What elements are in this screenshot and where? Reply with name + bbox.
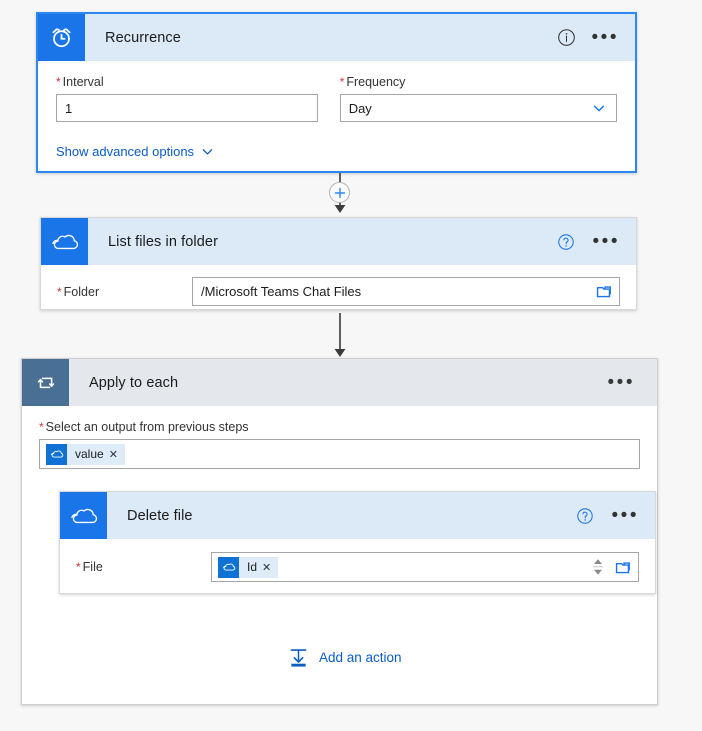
field-frequency-label: * Frequency: [339, 75, 406, 89]
frequency-value: Day: [348, 100, 372, 116]
more-options-icon[interactable]: •••: [593, 232, 620, 251]
select-output-input[interactable]: value ✕: [39, 439, 640, 469]
interval-input[interactable]: 1: [56, 94, 318, 122]
required-asterisk: *: [57, 284, 62, 299]
loop-foreach-icon: [22, 359, 69, 406]
card-recurrence-body: * Interval 1 * Frequency Day Show advanc…: [38, 61, 635, 161]
card-apply-to-each-header[interactable]: Apply to each •••: [22, 359, 657, 406]
card-apply-to-each[interactable]: Apply to each ••• * Select an output from…: [21, 358, 658, 705]
field-interval: * Interval 1: [56, 75, 318, 122]
folder-input[interactable]: /Microsoft Teams Chat Files: [192, 277, 620, 306]
insert-step-plus-icon[interactable]: [329, 182, 350, 203]
chevron-down-icon[interactable]: [592, 101, 606, 115]
required-asterisk: *: [56, 75, 61, 89]
more-options-icon[interactable]: •••: [608, 373, 635, 392]
field-interval-label: * Interval: [56, 75, 104, 89]
card-delete-file-header[interactable]: Delete file •••: [60, 492, 655, 539]
card-delete-file[interactable]: Delete file ••• * File Id ✕: [59, 491, 656, 594]
add-an-action-label: Add an action: [319, 650, 402, 665]
onedrive-cloud-icon: [218, 556, 239, 578]
required-asterisk: *: [76, 560, 81, 574]
token-label: Id: [247, 560, 258, 574]
card-recurrence[interactable]: Recurrence ••• * Interval 1 * Frequency …: [36, 12, 637, 173]
connector-list-to-loop: [330, 313, 350, 361]
token-label: value: [75, 447, 104, 461]
token-value[interactable]: value ✕: [46, 443, 125, 465]
show-advanced-options-link[interactable]: Show advanced options: [56, 144, 214, 159]
more-options-icon[interactable]: •••: [612, 506, 639, 525]
frequency-select[interactable]: Day: [339, 94, 617, 122]
flow-designer-canvas: Recurrence ••• * Interval 1 * Frequency …: [0, 0, 702, 731]
card-recurrence-title: Recurrence: [105, 29, 181, 46]
field-folder-label: * Folder: [57, 284, 100, 299]
card-list-files-header[interactable]: List files in folder •••: [41, 218, 636, 265]
help-icon[interactable]: [557, 233, 575, 251]
field-file-label: * File: [76, 560, 103, 574]
remove-token-icon[interactable]: ✕: [109, 448, 125, 461]
folder-value: /Microsoft Teams Chat Files: [201, 284, 362, 299]
card-list-files-in-folder[interactable]: List files in folder ••• * Folder /Micros…: [40, 217, 637, 310]
info-icon[interactable]: [557, 28, 576, 47]
card-delete-file-title: Delete file: [127, 507, 193, 524]
show-advanced-options-label: Show advanced options: [56, 144, 195, 159]
remove-token-icon[interactable]: ✕: [262, 561, 278, 574]
card-list-files-actions: •••: [557, 232, 636, 251]
more-options-icon[interactable]: •••: [592, 28, 619, 47]
required-asterisk: *: [39, 420, 44, 434]
card-delete-file-body: * File Id ✕: [60, 539, 655, 582]
card-list-files-title: List files in folder: [108, 233, 218, 250]
chevron-down-icon: [202, 149, 213, 155]
alarm-clock-icon: [38, 14, 85, 61]
card-apply-to-each-title: Apply to each: [89, 374, 179, 391]
file-input[interactable]: Id ✕: [211, 552, 639, 582]
card-apply-to-each-body: * Select an output from previous steps va…: [22, 406, 657, 594]
onedrive-cloud-icon: [41, 218, 88, 265]
field-frequency: * Frequency Day: [339, 75, 617, 122]
card-recurrence-actions: •••: [557, 28, 635, 47]
card-recurrence-header[interactable]: Recurrence •••: [38, 14, 635, 61]
folder-picker-icon[interactable]: [615, 560, 632, 575]
token-id[interactable]: Id ✕: [218, 556, 279, 578]
spinner-updown-icon[interactable]: [592, 557, 604, 577]
card-delete-file-actions: •••: [576, 506, 655, 525]
help-icon[interactable]: [576, 507, 594, 525]
card-apply-to-each-actions: •••: [608, 373, 657, 392]
required-asterisk: *: [339, 75, 345, 89]
arrow-down-icon: [334, 313, 346, 357]
onedrive-cloud-icon: [46, 443, 67, 465]
add-an-action-button[interactable]: Add an action: [288, 647, 402, 668]
add-action-icon: [288, 647, 309, 668]
folder-picker-icon[interactable]: [596, 284, 613, 299]
field-select-output-label: * Select an output from previous steps: [39, 420, 249, 434]
card-list-files-body: * Folder /Microsoft Teams Chat Files: [41, 265, 636, 306]
onedrive-cloud-icon: [60, 492, 107, 539]
